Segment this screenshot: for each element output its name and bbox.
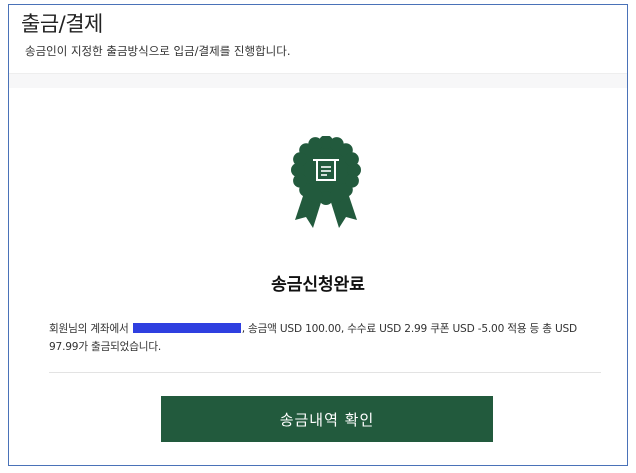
award-badge-atm-icon	[289, 135, 363, 232]
page-header: 출금/결제 송금인이 지정한 출금방식으로 입금/결제를 진행합니다.	[9, 5, 627, 74]
completion-heading: 송금신청완료	[271, 275, 365, 295]
message-prefix: 회원님의 계좌에서	[49, 323, 129, 335]
completion-message: 회원님의 계좌에서 , 송금액 USD 100.00, 수수료 USD 2.99…	[49, 320, 589, 356]
page-frame: 출금/결제 송금인이 지정한 출금방식으로 입금/결제를 진행합니다. 송금신청…	[8, 4, 628, 466]
header-band	[9, 74, 627, 88]
redacted-account	[132, 323, 241, 333]
message-suffix: , 송금액 USD 100.00, 수수료 USD 2.99 쿠폰 USD -5…	[49, 323, 577, 353]
page-subtitle: 송금인이 지정한 출금방식으로 입금/결제를 진행합니다.	[25, 44, 291, 58]
page-title: 출금/결제	[21, 12, 103, 36]
divider	[49, 372, 601, 373]
completion-panel: 송금신청완료 회원님의 계좌에서 , 송금액 USD 100.00, 수수료 U…	[9, 88, 627, 465]
confirm-history-button[interactable]: 송금내역 확인	[161, 396, 493, 442]
